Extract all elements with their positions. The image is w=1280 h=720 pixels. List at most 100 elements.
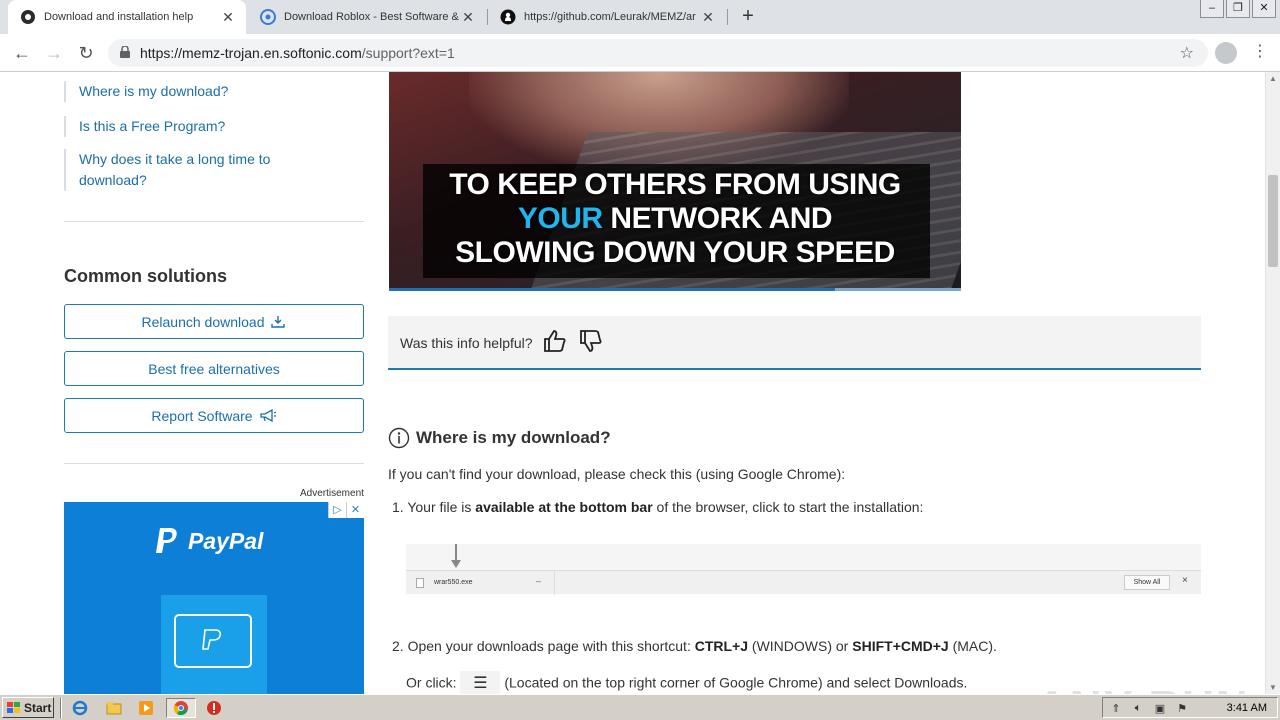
close-tab-icon[interactable]: ✕: [700, 9, 716, 26]
back-button[interactable]: ←: [10, 41, 34, 65]
arrow-head-icon: [451, 560, 461, 568]
step-1-bold: available at the bottom bar: [475, 499, 653, 515]
window-controls: – ❐ ✕: [1198, 0, 1276, 18]
download-menu-icon: –: [536, 576, 542, 586]
scrollbar-thumb[interactable]: [1268, 175, 1278, 267]
tab-title: Download and installation help: [44, 11, 194, 23]
link-line-2: download?: [79, 172, 147, 188]
caption-line-2: YOUR NETWORK AND: [389, 202, 961, 236]
system-tray: ⇑ 🔈︎ ▣ ⚑ 3:41 AM: [1102, 697, 1278, 718]
scroll-down-arrow-icon[interactable]: ▼: [1269, 683, 1277, 692]
restore-button[interactable]: ❐: [1226, 0, 1250, 18]
taskbar-separator: [60, 698, 62, 718]
address-bar[interactable]: https://memz-trojan.en.softonic.com/supp…: [108, 39, 1208, 67]
page-scrollbar[interactable]: ▲ ▼: [1265, 72, 1280, 694]
media-player-icon[interactable]: [136, 698, 156, 718]
paypal-wordmark: PayPal: [188, 528, 264, 554]
step-3-suffix: (Located on the top right corner of Goog…: [500, 674, 968, 691]
bookmark-star-icon[interactable]: ☆: [1180, 43, 1194, 63]
step-3-text: Or click: ☰ (Located on the top right co…: [406, 671, 967, 694]
thumbs-down-icon[interactable]: [578, 328, 604, 354]
tab-download-help[interactable]: Download and installation help ✕: [8, 0, 246, 34]
start-label: Start: [24, 700, 52, 715]
caption-highlight: YOUR: [517, 202, 603, 235]
best-free-alternatives-button[interactable]: Best free alternatives: [64, 351, 364, 386]
video-player[interactable]: TO KEEP OTHERS FROM USING YOUR NETWORK A…: [389, 72, 961, 290]
action-center-flag-icon[interactable]: ⚑: [1175, 702, 1189, 715]
ad-choices[interactable]: ▷ ✕: [328, 502, 364, 518]
download-shelf: wrar550.exe – Show All ×: [406, 570, 1201, 595]
sidebar-divider: [64, 221, 364, 222]
url-text: https://memz-trojan.en.softonic.com/supp…: [140, 45, 455, 61]
shelf-divider: [554, 571, 555, 595]
scroll-up-arrow-icon[interactable]: ▲: [1269, 74, 1277, 83]
caption-rest: NETWORK AND: [602, 202, 833, 235]
close-window-button[interactable]: ✕: [1252, 0, 1276, 18]
tab-download-roblox[interactable]: Download Roblox - Best Software & ✕: [248, 0, 486, 34]
stop-sign-icon[interactable]: [204, 698, 224, 718]
volume-icon[interactable]: 🔈︎: [1131, 702, 1145, 715]
softonic-icon: [260, 9, 276, 25]
new-tab-button[interactable]: +: [738, 6, 758, 26]
thumbs-up-icon[interactable]: [542, 328, 568, 354]
step-2-prefix: 2. Open your downloads page with this sh…: [392, 638, 695, 654]
close-tab-icon[interactable]: ✕: [220, 9, 236, 26]
url-host: https://memz-trojan.en.softonic.com: [140, 45, 362, 61]
step-1-suffix: of the browser, click to start the insta…: [652, 499, 924, 515]
file-icon: [416, 578, 424, 588]
start-button[interactable]: Start: [2, 697, 54, 718]
paypal-advertisement[interactable]: ▷ ✕ PayPal: [64, 502, 364, 694]
tab-strip: Download and installation help ✕ Downloa…: [0, 0, 1280, 34]
feedback-question: Was this info helpful?: [400, 335, 533, 351]
profile-avatar[interactable]: [1215, 42, 1237, 64]
close-tab-icon[interactable]: ✕: [460, 9, 476, 26]
tray-expand-icon[interactable]: ⇑: [1109, 702, 1123, 715]
step-3-prefix: Or click:: [406, 674, 461, 691]
laptop-illustration: [161, 595, 267, 694]
file-explorer-icon[interactable]: [104, 698, 124, 718]
tab-title: Download Roblox - Best Software &: [284, 11, 459, 23]
ad-close-icon[interactable]: ✕: [346, 502, 364, 518]
sidebar-link-free-program[interactable]: Is this a Free Program?: [64, 116, 225, 137]
section-intro: If you can't find your download, please …: [388, 466, 846, 482]
section-title: Where is my download?: [416, 428, 611, 447]
common-solutions-title: Common solutions: [64, 266, 227, 286]
github-icon: [500, 9, 516, 25]
page-viewport: Where is my download? Is this a Free Pro…: [0, 72, 1265, 694]
forward-button[interactable]: →: [42, 41, 66, 65]
system-clock[interactable]: 3:41 AM: [1227, 702, 1267, 714]
step-2-suffix: (MAC).: [948, 638, 997, 654]
close-icon: ×: [1182, 575, 1188, 586]
button-label: Report Software: [151, 407, 253, 424]
caption-line-3: SLOWING DOWN YOUR SPEED: [455, 236, 895, 269]
caption-line-1: TO KEEP OTHERS FROM USING: [449, 168, 901, 201]
feedback-box: Was this info helpful?: [388, 316, 1201, 370]
step-1-text: 1. Your file is available at the bottom …: [392, 499, 923, 515]
link-line-1: Why does it take a long time to: [79, 151, 271, 167]
report-software-button[interactable]: Report Software: [64, 398, 364, 433]
network-icon[interactable]: ▣: [1153, 702, 1167, 715]
sidebar-link-long-time[interactable]: Why does it take a long time to download?: [64, 149, 270, 191]
reload-button[interactable]: ↻: [74, 41, 98, 65]
anyrun-watermark: ANY RUN: [1036, 682, 1250, 694]
chrome-taskbar-button[interactable]: [166, 698, 196, 718]
video-progress-bar[interactable]: [389, 288, 961, 291]
button-label: Best free alternatives: [148, 360, 280, 377]
sidebar-link-where-download[interactable]: Where is my download?: [64, 81, 228, 102]
info-icon: [388, 427, 410, 449]
internet-explorer-icon[interactable]: [70, 698, 90, 718]
sidebar-divider: [64, 463, 364, 464]
download-bar-illustration: wrar550.exe – Show All ×: [406, 544, 1201, 595]
button-label: Relaunch download: [141, 313, 265, 330]
minimize-button[interactable]: –: [1200, 0, 1224, 18]
adchoices-icon[interactable]: ▷: [328, 502, 346, 518]
softonic-icon: [20, 9, 36, 25]
chrome-menu-icon[interactable]: ⋮: [1252, 42, 1268, 62]
tab-github[interactable]: https://github.com/Leurak/MEMZ/ar ✕: [488, 0, 726, 34]
paypal-logo-icon: [156, 528, 177, 553]
hamburger-menu-icon: ☰: [460, 671, 501, 694]
relaunch-download-button[interactable]: Relaunch download: [64, 304, 364, 339]
laptop-icon: [174, 614, 252, 668]
download-filename: wrar550.exe: [434, 579, 473, 586]
url-path: /support?ext=1: [361, 45, 455, 61]
